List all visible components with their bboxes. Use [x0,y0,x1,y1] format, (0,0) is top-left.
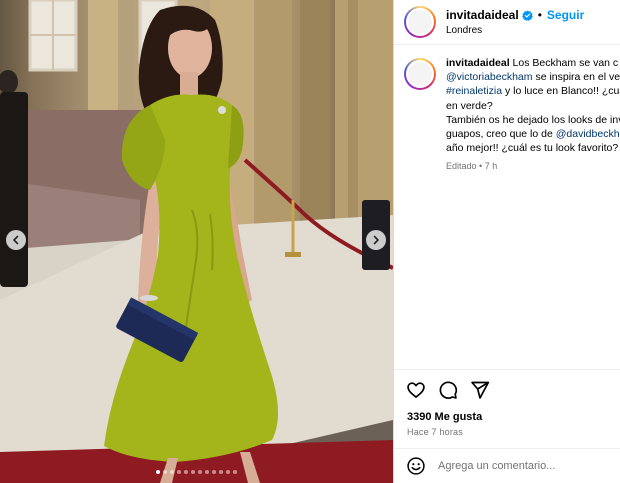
post-media[interactable] [0,0,393,483]
post-sidebar: invitadaideal • Seguir Londres invitadai… [393,0,620,483]
verified-badge-icon [521,9,533,21]
carousel-dot [226,470,230,474]
caption-section: invitadaideal Los Beckham se van c @vict… [394,45,620,367]
caption-line: Los Beckham se van c [512,57,619,69]
mention-davidbeckham[interactable]: @davidbeckha [556,128,620,140]
comment-bubble-icon[interactable] [438,380,458,400]
paper-plane-icon[interactable] [470,380,490,400]
comment-bar [394,448,620,483]
header-separator: • [537,8,542,22]
caption-line: guapos, creo que lo de [446,128,553,141]
caption-line: También os he dejado los looks de inv [446,113,620,126]
caption-line: año mejor!! ¿cuál es tu look favorito? [446,142,619,155]
chevron-right-icon [373,235,379,245]
chevron-left-icon [13,235,19,245]
heart-icon[interactable] [406,380,426,400]
carousel-dot [156,470,160,474]
carousel-dot [219,470,223,474]
location-link[interactable]: Londres [446,25,584,36]
post-actions-area: 3390 Me gusta Hace 7 horas [394,369,620,437]
carousel-dot [198,470,202,474]
edited-label: Editado • 7 h [446,161,498,172]
hashtag-reinaletizia[interactable]: #reinaletizia [446,85,502,97]
mention-victoriabeckham[interactable]: @victoriabeckham [446,71,533,83]
caption-username[interactable]: invitadaideal [446,57,510,69]
carousel-dot [184,470,188,474]
carousel-prev-button[interactable] [6,230,26,250]
caption-line: se inspira en el ves [535,71,620,84]
carousel-dot [177,470,181,474]
username-link[interactable]: invitadaideal [446,8,519,22]
emoji-icon[interactable] [406,456,426,476]
carousel-dot [233,470,237,474]
carousel-dot [163,470,167,474]
post-header: invitadaideal • Seguir Londres [394,0,620,45]
caption-avatar[interactable] [404,58,436,90]
carousel-dot [170,470,174,474]
post-caption: invitadaideal Los Beckham se van c @vict… [446,56,620,367]
caption-line: en verde? [446,99,493,112]
comment-input[interactable] [438,460,618,472]
follow-button[interactable]: Seguir [547,8,584,22]
carousel-dot [205,470,209,474]
avatar[interactable] [404,6,436,38]
action-bar [394,370,620,408]
carousel-indicator [0,470,393,474]
carousel-dot [212,470,216,474]
post-photo [0,0,393,483]
post-timestamp: Hace 7 horas [407,427,463,437]
likes-count[interactable]: 3390 Me gusta [394,411,620,423]
carousel-next-button[interactable] [366,230,386,250]
carousel-dot [191,470,195,474]
caption-line: y lo luce en Blanco!! ¿cuá [504,85,620,98]
